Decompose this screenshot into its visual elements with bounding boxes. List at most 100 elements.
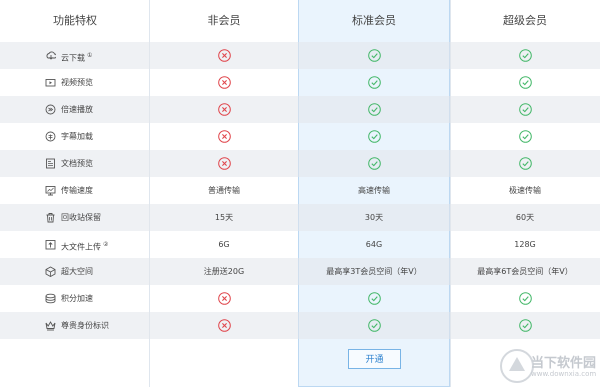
feature-label: 云下载 ① xyxy=(61,42,92,69)
non-member-status-cell xyxy=(150,150,298,177)
feature-label-text: 字幕加载 xyxy=(61,132,93,141)
feature-label-text: 倍速播放 xyxy=(61,105,93,114)
cross-icon xyxy=(217,157,231,170)
check-icon xyxy=(367,103,381,116)
super-value-cell: 极速传输 xyxy=(509,186,541,195)
feature-label-text: 积分加速 xyxy=(61,294,93,303)
recycle-bin-icon xyxy=(46,213,55,223)
feature-label-text: 文档预览 xyxy=(61,159,93,168)
standard-value-cell: 64G xyxy=(365,240,383,249)
feature-label: 传输速度 xyxy=(61,177,93,204)
super-status-cell xyxy=(450,285,600,312)
feature-row: 超大空间 注册送20G 最高享3T会员空间（年V） 最高享6T会员空间（年V） xyxy=(0,258,600,285)
non-member-value-cell: 15天 xyxy=(214,213,234,222)
cloud-download-icon xyxy=(46,51,56,60)
footnote-badge: ② xyxy=(103,241,109,248)
standard-status-cell xyxy=(298,285,450,312)
feature-label-text: 云下载 xyxy=(61,53,85,63)
standard-value-cell: 30天 xyxy=(364,213,384,222)
feature-label-text: 大文件上传 xyxy=(61,242,101,252)
header-super-member: 超级会员 xyxy=(503,14,547,27)
feature-label: 文档预览 xyxy=(61,150,93,177)
cross-icon xyxy=(217,130,231,143)
points-icon xyxy=(45,293,56,304)
non-member-status-cell xyxy=(150,42,298,69)
feature-row: 视频预览 xyxy=(0,69,600,96)
feature-label-text: 视频预览 xyxy=(61,78,93,87)
standard-status-cell xyxy=(298,42,450,69)
feature-label-text: 尊贵身份标识 xyxy=(61,321,109,330)
non-member-value-cell: 注册送20G xyxy=(203,267,245,276)
feature-row: 回收站保留 15天 30天 60天 xyxy=(0,204,600,231)
check-icon xyxy=(518,319,532,332)
cross-icon xyxy=(217,49,231,62)
feature-row: 大文件上传 ② 6G 64G 128G xyxy=(0,231,600,258)
check-icon xyxy=(518,103,532,116)
standard-status-cell xyxy=(298,96,450,123)
super-status-cell xyxy=(450,312,600,339)
super-status-cell xyxy=(450,150,600,177)
document-icon xyxy=(46,158,55,169)
check-icon xyxy=(518,157,532,170)
check-icon xyxy=(367,292,381,305)
non-member-status-cell xyxy=(150,123,298,150)
open-membership-button[interactable]: 开通 xyxy=(348,349,401,369)
watermark-url: www.downxia.com xyxy=(531,370,597,378)
feature-label: 视频预览 xyxy=(61,69,93,96)
cross-icon xyxy=(217,103,231,116)
feature-label-text: 超大空间 xyxy=(61,267,93,276)
check-icon xyxy=(367,157,381,170)
cross-icon xyxy=(217,319,231,332)
non-member-status-cell xyxy=(150,312,298,339)
super-status-cell xyxy=(450,42,600,69)
header-standard-member: 标准会员 xyxy=(352,14,396,27)
feature-label: 倍速播放 xyxy=(61,96,93,123)
super-status-cell xyxy=(450,96,600,123)
box-icon xyxy=(45,266,56,277)
check-icon xyxy=(367,130,381,143)
standard-status-cell xyxy=(298,150,450,177)
super-status-cell xyxy=(450,123,600,150)
cross-icon xyxy=(217,76,231,89)
feature-label-text: 回收站保留 xyxy=(61,213,101,222)
standard-status-cell xyxy=(298,312,450,339)
speed-icon xyxy=(45,104,56,115)
check-icon xyxy=(367,49,381,62)
feature-row: 尊贵身份标识 xyxy=(0,312,600,339)
non-member-status-cell xyxy=(150,96,298,123)
super-value-cell: 60天 xyxy=(515,213,535,222)
feature-label: 超大空间 xyxy=(61,258,93,285)
check-icon xyxy=(367,76,381,89)
feature-row: 字幕加载 xyxy=(0,123,600,150)
feature-label: 回收站保留 xyxy=(61,204,101,231)
standard-value-cell: 最高享3T会员空间（年V） xyxy=(326,267,422,276)
non-member-value-cell: 普通传输 xyxy=(208,186,240,195)
upload-icon xyxy=(45,240,56,250)
feature-row: 云下载 ① xyxy=(0,42,600,69)
check-icon xyxy=(518,292,532,305)
header-non-member: 非会员 xyxy=(207,14,241,27)
feature-label: 字幕加载 xyxy=(61,123,93,150)
membership-comparison-table: 功能特权 非会员 标准会员 超级会员 云下载 ① 视频预览倍速播放字幕加载文档预览传… xyxy=(0,0,600,387)
super-value-cell: 最高享6T会员空间（年V） xyxy=(477,267,573,276)
video-icon xyxy=(45,79,56,87)
feature-label: 尊贵身份标识 xyxy=(61,312,109,339)
check-icon xyxy=(367,319,381,332)
standard-status-cell xyxy=(298,123,450,150)
check-icon xyxy=(518,49,532,62)
feature-row: 传输速度 普通传输 高速传输 极速传输 xyxy=(0,177,600,204)
feature-label: 大文件上传 ② xyxy=(61,231,108,258)
check-icon xyxy=(518,130,532,143)
footnote-badge: ① xyxy=(87,52,93,59)
feature-label: 积分加速 xyxy=(61,285,93,312)
check-icon xyxy=(518,76,532,89)
header-feature: 功能特权 xyxy=(53,14,97,27)
watermark-text: 当下软件园 xyxy=(531,356,597,371)
cross-icon xyxy=(217,292,231,305)
super-status-cell xyxy=(450,69,600,96)
non-member-status-cell xyxy=(150,285,298,312)
feature-row: 积分加速 xyxy=(0,285,600,312)
crown-icon xyxy=(45,321,56,331)
monitor-icon xyxy=(45,186,56,196)
super-value-cell: 128G xyxy=(514,240,536,249)
